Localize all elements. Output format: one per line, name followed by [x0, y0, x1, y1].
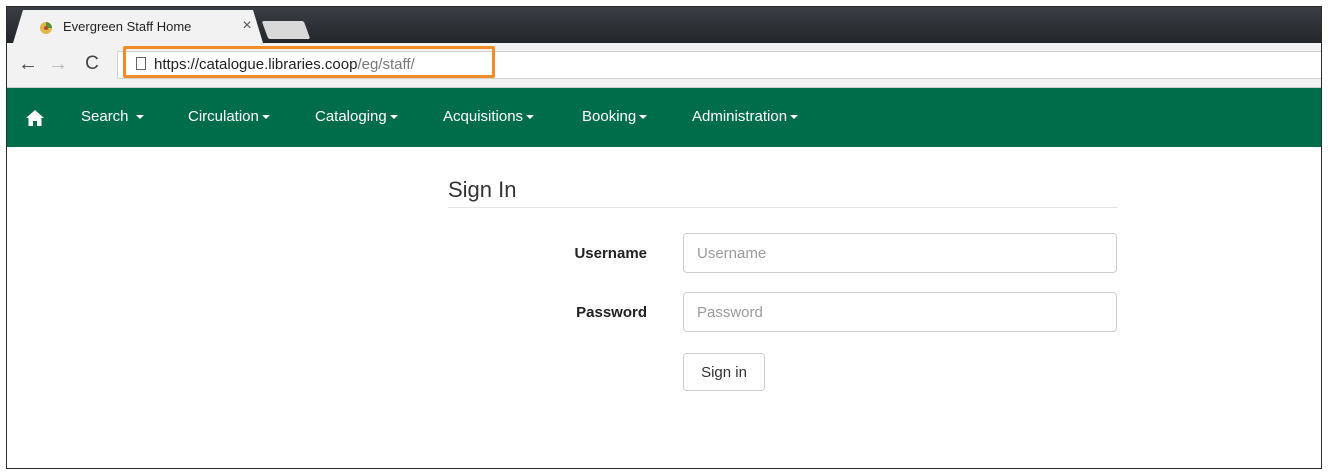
- caret-down-icon: [135, 115, 144, 120]
- tab-title: Evergreen Staff Home: [63, 19, 192, 34]
- nav-search-label: Search: [81, 108, 129, 125]
- page-title: Sign In: [448, 177, 517, 202]
- nav-acquisitions[interactable]: Acquisitions: [443, 108, 535, 125]
- nav-administration-label: Administration: [692, 108, 788, 125]
- sign-in-button[interactable]: Sign in: [683, 353, 765, 391]
- nav-acquisitions-label: Acquisitions: [443, 108, 524, 125]
- back-arrow-icon[interactable]: ←: [17, 52, 39, 76]
- caret-down-icon: [526, 115, 535, 120]
- reload-icon[interactable]: C: [81, 52, 103, 76]
- evergreen-favicon-icon: [40, 22, 52, 34]
- nav-booking-label: Booking: [582, 108, 637, 125]
- caret-down-icon: [639, 115, 648, 120]
- browser-tab[interactable]: Evergreen Staff Home ×: [13, 10, 263, 43]
- caret-down-icon: [389, 115, 398, 120]
- nav-cataloging-label: Cataloging: [315, 108, 387, 125]
- nav-booking[interactable]: Booking: [582, 108, 648, 125]
- nav-cataloging[interactable]: Cataloging: [315, 108, 398, 125]
- username-label: Username: [574, 245, 647, 262]
- caret-down-icon: [790, 115, 799, 120]
- close-tab-icon[interactable]: ×: [239, 17, 255, 35]
- address-highlight-box: [123, 46, 495, 78]
- nav-search[interactable]: Search: [81, 108, 144, 125]
- title-divider: [448, 207, 1118, 208]
- main-navbar: Search Circulation Cataloging Acquisitio…: [7, 88, 1321, 147]
- tab-strip: Evergreen Staff Home ×: [7, 7, 1321, 43]
- browser-window: Evergreen Staff Home × ← → C https://cat…: [6, 6, 1322, 469]
- forward-arrow-icon[interactable]: →: [47, 52, 69, 76]
- password-label: Password: [576, 304, 647, 321]
- nav-administration[interactable]: Administration: [692, 108, 799, 125]
- password-input[interactable]: [683, 292, 1117, 332]
- home-icon[interactable]: [25, 109, 45, 127]
- caret-down-icon: [261, 115, 270, 120]
- browser-toolbar: ← → C https://catalogue.libraries.coop/e…: [7, 43, 1321, 88]
- nav-circulation[interactable]: Circulation: [188, 108, 270, 125]
- new-tab-button[interactable]: [261, 21, 311, 39]
- nav-circulation-label: Circulation: [188, 108, 259, 125]
- username-input[interactable]: [683, 233, 1117, 273]
